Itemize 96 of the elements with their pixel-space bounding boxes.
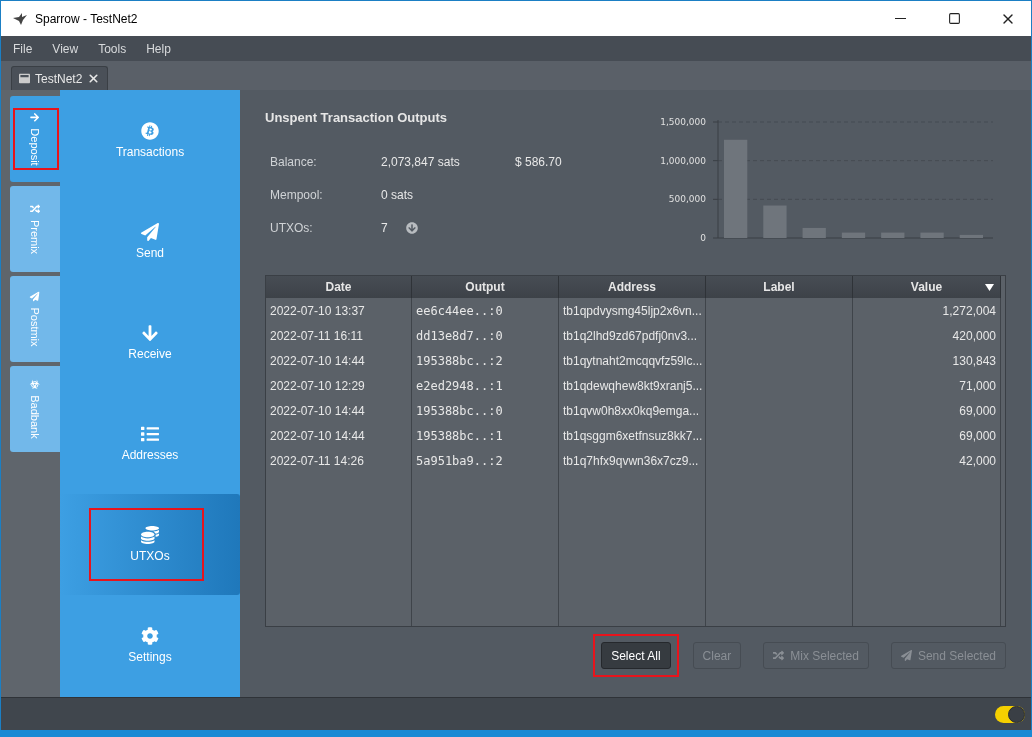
table-cell: 2022-07-10 14:44 <box>266 398 412 423</box>
nav-label: Send <box>136 246 164 260</box>
arrow-icon <box>30 112 40 123</box>
table-cell: tb1q2lhd9zd67pdfj0nv3... <box>559 323 706 348</box>
table-cell: 130,843 <box>853 348 1001 373</box>
column-header[interactable]: Label <box>706 276 853 298</box>
column-header[interactable]: Output <box>412 276 559 298</box>
nav-label: Addresses <box>121 448 179 462</box>
menu-item[interactable]: Tools <box>98 41 127 56</box>
table-cell: 2022-07-10 14:44 <box>266 348 412 373</box>
paper-plane-icon <box>141 223 159 241</box>
axis-tick-label: 1,000,000 <box>660 155 706 166</box>
menu-item[interactable]: File <box>13 41 33 56</box>
summary-value: 7 <box>381 220 388 235</box>
summary-value: 0 sats <box>381 187 413 202</box>
biohazard-icon <box>30 379 40 390</box>
nav-label: Receive <box>128 347 172 361</box>
column-header[interactable]: Address <box>559 276 706 298</box>
bird-logo-icon <box>13 12 27 25</box>
account-tab[interactable]: Badbank <box>10 366 60 452</box>
table-cell: tb1qpdvysmg45ljp2x6vn... <box>559 298 706 323</box>
chart-bar <box>920 232 944 238</box>
shuffle-icon <box>30 203 40 214</box>
fiat-value: $ 586.70 <box>515 154 562 169</box>
account-tab-label: Premix <box>29 219 41 255</box>
toggle-switch[interactable] <box>995 705 1025 723</box>
action-button[interactable]: Select All <box>601 642 671 669</box>
table-cell: ee6c44ee..:0 <box>412 298 559 323</box>
nav-label: Transactions <box>115 145 185 159</box>
table-cell: 42,000 <box>853 448 1001 473</box>
summary-label: UTXOs: <box>270 220 314 235</box>
nav-label: UTXOs <box>130 549 170 563</box>
table-cell: 2022-07-10 13:37 <box>266 298 412 323</box>
table-cell: tb1qsggm6xetfnsuz8kk7... <box>559 423 706 448</box>
account-tab-label: Badbank <box>29 395 41 439</box>
account-tab-label: Deposit <box>29 128 41 166</box>
tab-label: TestNet2 <box>35 71 83 86</box>
account-tab[interactable]: Premix <box>10 186 60 272</box>
summary-value: 2,073,847 sats <box>381 154 461 169</box>
table-cell: e2ed2948..:1 <box>412 373 559 398</box>
sort-arrow-icon <box>985 283 994 291</box>
axis-tick-label: 0 <box>700 233 706 243</box>
paper-plane-icon <box>30 291 40 302</box>
section-title: Unspent Transaction Outputs <box>265 110 448 125</box>
window-title: Sparrow - TestNet2 <box>35 11 139 26</box>
minimize-icon <box>894 18 906 19</box>
table-cell: tb1qdewqhew8kt9xranj5... <box>559 373 706 398</box>
column-header[interactable]: Value <box>853 276 1001 298</box>
shuffle-icon <box>773 650 785 661</box>
table-cell: 195388bc..:0 <box>412 398 559 423</box>
expand-icon[interactable] <box>405 221 418 234</box>
nav-item[interactable]: Send <box>60 191 240 292</box>
chart-bar <box>763 205 787 238</box>
table-cell: 69,000 <box>853 423 1001 448</box>
chart-bar <box>841 232 866 238</box>
menu-item[interactable]: Help <box>146 41 171 56</box>
nav-item[interactable]: Receive <box>60 292 240 393</box>
table-cell: dd13e8d7..:0 <box>412 323 559 348</box>
table-cell: 2022-07-10 12:29 <box>266 373 412 398</box>
nav-item[interactable]: Settings <box>60 595 240 696</box>
chart-bar <box>881 232 905 238</box>
table-cell: tb1qvw0h8xx0kq9emga... <box>559 398 706 423</box>
bitcoin-icon <box>141 122 159 140</box>
table-cell: 2022-07-11 14:26 <box>266 448 412 473</box>
table-cell: tb1qytnaht2mcqqvfz59lc... <box>559 348 706 373</box>
table-cell: 195388bc..:2 <box>412 348 559 373</box>
down-arrow-icon <box>141 324 159 342</box>
axis-tick-label: 500,000 <box>668 194 706 205</box>
maximize-icon <box>947 12 961 25</box>
summary-label: Mempool: <box>270 187 324 202</box>
table-cell: tb1q7hfx9qvwn36x7cz9... <box>559 448 706 473</box>
table-cell: 2022-07-10 14:44 <box>266 423 412 448</box>
summary-label: Balance: <box>270 154 318 169</box>
nav-item[interactable]: Addresses <box>60 393 240 494</box>
table-cell: 69,000 <box>853 398 1001 423</box>
highlight-frame <box>13 108 59 170</box>
menu-item[interactable]: View <box>52 41 79 56</box>
column-header[interactable]: Date <box>266 276 412 298</box>
table-cell: 2022-07-11 16:11 <box>266 323 412 348</box>
nav-label: Settings <box>128 650 172 664</box>
account-tab-label: Postmix <box>29 307 41 347</box>
paper-plane-icon <box>900 650 912 661</box>
table-cell: 1,272,004 <box>853 298 1001 323</box>
document-tab[interactable]: TestNet2 <box>11 66 109 90</box>
table-cell: 195388bc..:1 <box>412 423 559 448</box>
account-tab[interactable]: Postmix <box>10 276 60 362</box>
list-icon <box>141 425 159 443</box>
settings-icon <box>141 627 159 645</box>
account-tab[interactable]: Deposit <box>10 96 60 182</box>
table-cell: 71,000 <box>853 373 1001 398</box>
nav-item[interactable]: Transactions <box>60 90 240 191</box>
chart-bar <box>802 227 826 238</box>
coins-icon <box>141 526 159 544</box>
table-cell: 420,000 <box>853 323 1001 348</box>
table-cell: 5a951ba9..:2 <box>412 448 559 473</box>
axis-tick-label: 1,500,000 <box>660 117 706 127</box>
